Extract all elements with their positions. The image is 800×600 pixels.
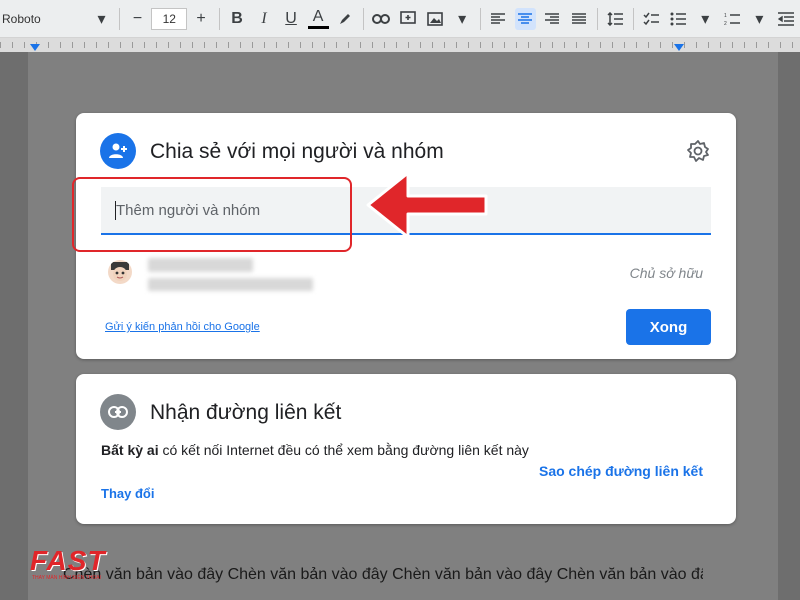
highlight-pen-icon[interactable] xyxy=(335,8,356,30)
owner-email-redacted xyxy=(148,278,313,291)
align-left-icon[interactable] xyxy=(488,8,509,30)
font-family-select[interactable]: Roboto xyxy=(0,12,88,26)
fast-logo: FAST THAY MÀN HÌNH ĐIỆN THOẠI xyxy=(30,545,120,585)
owner-role-label: Chủ sở hữu xyxy=(629,265,703,281)
docs-toolbar: Roboto ▾ − 12 + B I U A ▾ ▾ 12 ▾ xyxy=(0,0,800,38)
left-indent-marker-icon[interactable] xyxy=(30,44,40,52)
highlight-annotation-box xyxy=(72,177,352,252)
share-dialog-title: Chia sẻ với mọi người và nhóm xyxy=(150,140,444,163)
link-icon xyxy=(100,394,136,430)
gear-icon[interactable] xyxy=(686,139,710,163)
underline-button[interactable]: U xyxy=(281,8,302,30)
add-comment-icon[interactable] xyxy=(398,8,419,30)
logo-subtext: THAY MÀN HÌNH ĐIỆN THOẠI xyxy=(32,575,101,581)
text-color-button[interactable]: A xyxy=(307,8,329,29)
insert-link-icon[interactable] xyxy=(371,8,392,30)
ruler xyxy=(0,38,800,52)
numbered-dropdown-icon[interactable]: ▾ xyxy=(749,8,770,30)
justify-icon[interactable] xyxy=(569,8,590,30)
document-body-text: Chèn văn bản vào đây Chèn văn bản vào đâ… xyxy=(63,566,703,583)
bulleted-list-icon[interactable] xyxy=(668,8,689,30)
toolbar-divider xyxy=(632,7,634,30)
toolbar-divider xyxy=(596,7,598,30)
decrease-font-size-button[interactable]: − xyxy=(127,8,148,30)
font-size-input[interactable]: 12 xyxy=(151,7,188,30)
right-indent-marker-icon[interactable] xyxy=(674,44,684,52)
align-center-icon[interactable] xyxy=(514,7,536,30)
italic-button[interactable]: I xyxy=(254,8,275,30)
line-spacing-icon[interactable] xyxy=(605,8,626,30)
owner-name-redacted xyxy=(148,258,253,272)
done-button[interactable]: Xong xyxy=(626,309,711,345)
logo-text: FAST xyxy=(30,545,106,576)
align-right-icon[interactable] xyxy=(542,8,563,30)
link-access-scope: Bất kỳ ai xyxy=(101,442,159,458)
insert-image-icon[interactable] xyxy=(425,8,446,30)
toolbar-divider xyxy=(362,7,364,30)
font-dropdown-icon[interactable]: ▾ xyxy=(91,8,112,30)
toolbar-divider xyxy=(479,7,481,30)
bold-button[interactable]: B xyxy=(226,8,247,30)
link-access-description: Bất kỳ ai có kết nối Internet đều có thể… xyxy=(101,440,531,461)
change-link-access-button[interactable]: Thay đổi xyxy=(101,486,154,501)
copy-link-button[interactable]: Sao chép đường liên kết xyxy=(539,463,703,479)
toolbar-divider xyxy=(218,7,220,30)
feedback-link[interactable]: Gửi ý kiến phản hồi cho Google xyxy=(105,321,260,333)
get-link-title: Nhận đường liên kết xyxy=(150,401,342,424)
numbered-list-icon[interactable]: 12 xyxy=(722,8,743,30)
add-person-icon xyxy=(100,133,136,169)
link-access-detail: có kết nối Internet đều có thể xem bằng … xyxy=(158,442,529,458)
checklist-icon[interactable] xyxy=(641,8,662,30)
decrease-indent-icon[interactable] xyxy=(776,8,797,30)
red-arrow-annotation-icon xyxy=(366,171,488,239)
toolbar-divider xyxy=(119,7,121,30)
image-dropdown-icon[interactable]: ▾ xyxy=(452,8,473,30)
get-link-dialog: Nhận đường liên kết Bất kỳ ai có kết nối… xyxy=(76,374,736,524)
svg-text:1: 1 xyxy=(724,13,727,19)
avatar xyxy=(108,260,132,284)
bullet-dropdown-icon[interactable]: ▾ xyxy=(695,8,716,30)
svg-text:2: 2 xyxy=(724,21,727,26)
increase-font-size-button[interactable]: + xyxy=(190,8,211,30)
